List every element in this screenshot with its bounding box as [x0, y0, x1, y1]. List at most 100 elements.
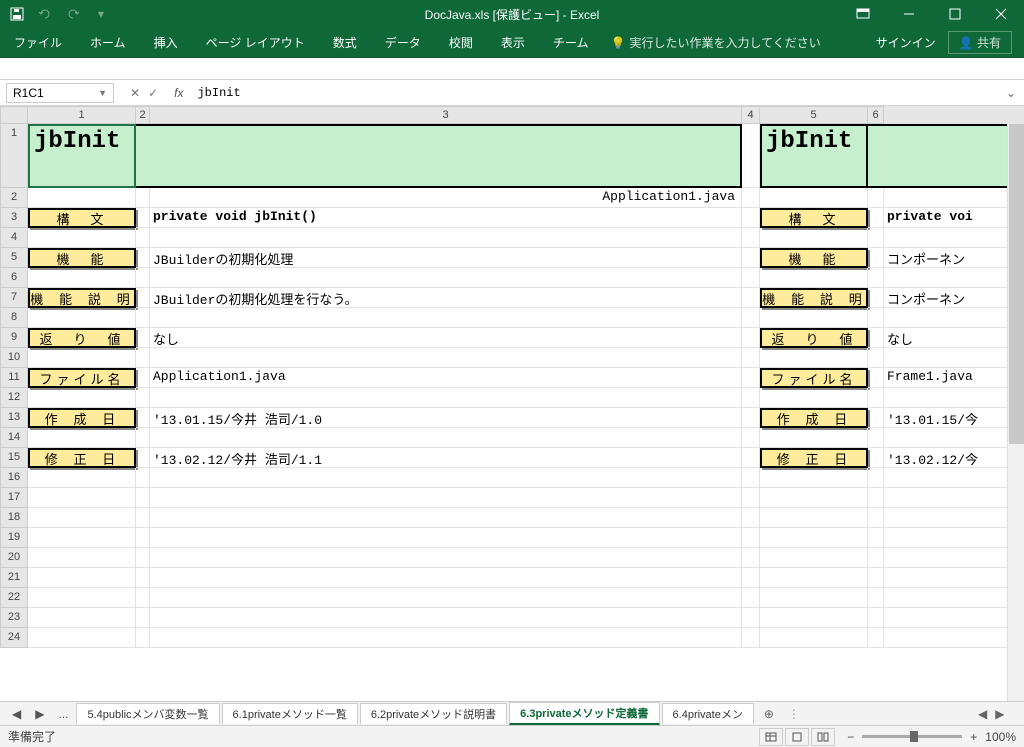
cell[interactable]: [136, 628, 150, 648]
cell[interactable]: [150, 628, 742, 648]
cell[interactable]: [28, 268, 136, 288]
tell-me-box[interactable]: 💡 実行したい作業を入力してください: [610, 34, 820, 51]
cell[interactable]: [742, 468, 760, 488]
cell-label[interactable]: ファイル名: [28, 368, 136, 388]
cell[interactable]: [150, 588, 742, 608]
cell[interactable]: [136, 268, 150, 288]
cell[interactable]: [136, 368, 150, 388]
maximize-button[interactable]: [932, 0, 978, 28]
cell[interactable]: [868, 428, 884, 448]
row-header[interactable]: 6: [0, 268, 28, 288]
cell[interactable]: [760, 348, 868, 368]
row-header[interactable]: 22: [0, 588, 28, 608]
cell[interactable]: [884, 628, 1024, 648]
sheet-tab-active[interactable]: 6.3privateメソッド定義書: [509, 702, 659, 725]
zoom-out-button[interactable]: −: [847, 730, 854, 744]
cell[interactable]: [28, 188, 136, 208]
cell[interactable]: [760, 528, 868, 548]
horizontal-scrollbar[interactable]: ◀▶: [978, 707, 1018, 721]
tab-file[interactable]: ファイル: [0, 28, 76, 57]
cell[interactable]: [28, 548, 136, 568]
cell[interactable]: [884, 468, 1024, 488]
tab-review[interactable]: 校閲: [435, 28, 487, 57]
cell[interactable]: [760, 548, 868, 568]
cell[interactable]: [136, 588, 150, 608]
cell[interactable]: [150, 308, 742, 328]
cell-title-right[interactable]: jbInit: [760, 124, 868, 188]
cell[interactable]: [742, 408, 760, 428]
cell[interactable]: [868, 208, 884, 228]
cell[interactable]: [868, 588, 884, 608]
zoom-slider[interactable]: [862, 735, 962, 738]
cell[interactable]: [884, 488, 1024, 508]
col-header[interactable]: 5: [760, 106, 868, 124]
cell-title-left[interactable]: jbInit: [28, 124, 136, 188]
cell[interactable]: [884, 568, 1024, 588]
row-header[interactable]: 1: [0, 124, 28, 188]
cell[interactable]: [742, 568, 760, 588]
row-header[interactable]: 3: [0, 208, 28, 228]
cell[interactable]: [150, 528, 742, 548]
cell[interactable]: [742, 608, 760, 628]
zoom-level[interactable]: 100%: [985, 730, 1016, 744]
undo-button[interactable]: [32, 2, 58, 26]
cell[interactable]: [742, 388, 760, 408]
cancel-formula-icon[interactable]: ✕: [130, 86, 140, 100]
row-header[interactable]: 15: [0, 448, 28, 468]
cell[interactable]: [760, 588, 868, 608]
share-button[interactable]: 👤 共有: [948, 31, 1012, 54]
scrollbar-thumb[interactable]: [1009, 124, 1024, 444]
cell[interactable]: [742, 228, 760, 248]
cell-filename[interactable]: Application1.java: [150, 188, 742, 208]
cell[interactable]: [28, 568, 136, 588]
cell[interactable]: [760, 188, 868, 208]
cell[interactable]: [136, 608, 150, 628]
cell-label[interactable]: 返 り 値: [28, 328, 136, 348]
cell-label[interactable]: 作 成 日: [760, 408, 868, 428]
new-sheet-button[interactable]: ⊕: [756, 707, 782, 721]
cell[interactable]: [136, 348, 150, 368]
cell[interactable]: [742, 428, 760, 448]
cell[interactable]: [884, 588, 1024, 608]
cell[interactable]: [868, 248, 884, 268]
cell[interactable]: [742, 508, 760, 528]
cell[interactable]: [150, 508, 742, 528]
cell[interactable]: [742, 268, 760, 288]
cell-value[interactable]: '13.01.15/今井 浩司/1.0: [150, 408, 742, 428]
cell[interactable]: [760, 568, 868, 588]
row-header[interactable]: 21: [0, 568, 28, 588]
cell[interactable]: [868, 448, 884, 468]
cell[interactable]: [28, 468, 136, 488]
cell[interactable]: [868, 228, 884, 248]
cell[interactable]: [760, 628, 868, 648]
cell[interactable]: [742, 528, 760, 548]
cell-value[interactable]: private void jbInit(): [150, 208, 742, 228]
col-header[interactable]: 4: [742, 106, 760, 124]
cell[interactable]: [136, 488, 150, 508]
cell-label[interactable]: 機 能: [760, 248, 868, 268]
cell-merged[interactable]: [868, 124, 1024, 188]
row-header[interactable]: 11: [0, 368, 28, 388]
cell[interactable]: [742, 288, 760, 308]
cell[interactable]: [150, 268, 742, 288]
sheet-tab[interactable]: 6.4privateメン: [662, 703, 754, 724]
enter-formula-icon[interactable]: ✓: [148, 86, 158, 100]
cell[interactable]: [150, 488, 742, 508]
row-header[interactable]: 10: [0, 348, 28, 368]
cell[interactable]: [136, 468, 150, 488]
cell[interactable]: [868, 528, 884, 548]
row-header[interactable]: 19: [0, 528, 28, 548]
cell[interactable]: [760, 488, 868, 508]
cell-label[interactable]: 修 正 日: [760, 448, 868, 468]
cell[interactable]: [150, 348, 742, 368]
formula-expand-icon[interactable]: ⌄: [998, 86, 1024, 100]
cell[interactable]: [760, 468, 868, 488]
cell[interactable]: [742, 588, 760, 608]
name-box[interactable]: R1C1 ▼: [6, 83, 114, 103]
cell[interactable]: [136, 188, 150, 208]
cell[interactable]: [868, 408, 884, 428]
cell[interactable]: [868, 288, 884, 308]
cell[interactable]: [150, 388, 742, 408]
cell[interactable]: [884, 508, 1024, 528]
qat-dropdown[interactable]: ▾: [88, 2, 114, 26]
